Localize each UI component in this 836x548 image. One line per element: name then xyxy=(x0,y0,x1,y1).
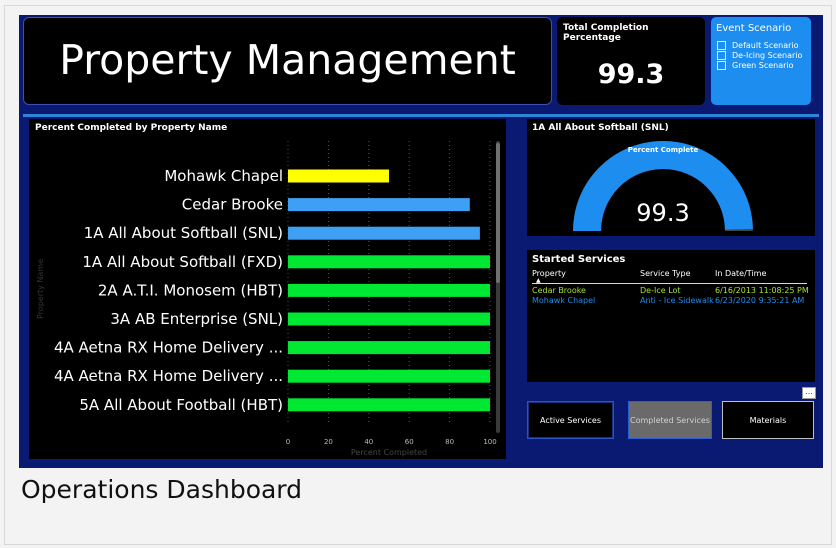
caption: Operations Dashboard xyxy=(21,475,303,504)
checkbox[interactable] xyxy=(717,40,726,50)
chart-scrollbar-thumb[interactable] xyxy=(496,143,500,283)
table-cell-property: Cedar Brooke xyxy=(532,286,586,295)
category-label: Mohawk Chapel xyxy=(164,167,283,185)
bar-chart-svg: 0 20 40 60 80 100 Mohawk Chapel Cedar Brooke 1A … xyxy=(36,141,500,457)
scenario-option-label: De-Icing Scenario xyxy=(732,50,803,60)
bar[interactable] xyxy=(288,312,490,326)
started-services-title: Started Services xyxy=(532,254,626,265)
category-label: Cedar Brooke xyxy=(182,196,283,214)
more-options-icon[interactable]: ... xyxy=(802,387,816,399)
gauge-card: 1A All About Softball (SNL) Percent Comp… xyxy=(527,119,815,236)
table-header: Property Service Type In Date/Time ▲ xyxy=(527,269,815,284)
title-card: Property Management xyxy=(23,17,552,105)
bar[interactable] xyxy=(288,255,490,269)
kpi-value: 99.3 xyxy=(597,59,665,90)
table-row[interactable]: Cedar Brooke De-Ice Lot 6/16/2013 11:08:25… xyxy=(527,286,815,296)
event-scenario-slicer: Event Scenario Default Scenario De-Icing… xyxy=(711,17,811,105)
table-cell-property: Mohawk Chapel xyxy=(532,296,596,305)
gauge-label: Percent Complete xyxy=(628,146,699,154)
bar[interactable] xyxy=(288,169,389,183)
category-label: 5A All About Football (HBT) xyxy=(79,396,283,414)
completed-services-button[interactable]: Completed Services xyxy=(628,401,712,439)
x-tick-label: 40 xyxy=(364,438,373,446)
category-label: 4A Aetna RX Home Delivery ... xyxy=(54,339,283,357)
kpi-card: Total Completion Percentage 99.3 xyxy=(557,17,705,105)
x-tick-label: 0 xyxy=(286,438,290,446)
category-label: 4A Aetna RX Home Delivery ... xyxy=(54,367,283,385)
scenario-option-label: Default Scenario xyxy=(732,40,799,50)
divider xyxy=(23,114,819,117)
scenario-option-green[interactable]: Green Scenario xyxy=(717,60,794,70)
table-cell-service: De-Ice Lot xyxy=(640,286,681,295)
bar[interactable] xyxy=(288,369,490,383)
gauge-value: 99.3 xyxy=(636,199,689,227)
kpi-label: Total Completion Percentage xyxy=(563,23,649,43)
x-tick-label: 60 xyxy=(405,438,414,446)
header-divider xyxy=(532,283,807,284)
column-header-service-type[interactable]: Service Type xyxy=(640,269,690,278)
bar[interactable] xyxy=(288,283,490,297)
page-title: Property Management xyxy=(59,36,516,84)
category-label: 1A All About Softball (SNL) xyxy=(84,224,283,242)
x-axis-label: Percent Completed xyxy=(351,448,427,457)
dashboard-canvas: Property Management Total Completion Per… xyxy=(19,15,823,468)
percent-completed-chart: Percent Completed by Property Name 0 20 40… xyxy=(29,119,506,459)
category-label: 1A All About Softball (FXD) xyxy=(82,253,283,271)
y-axis-label: Property Name xyxy=(36,259,45,319)
bar[interactable] xyxy=(288,341,490,355)
bar[interactable] xyxy=(288,226,480,240)
x-tick-label: 100 xyxy=(483,438,496,446)
x-tick-label: 80 xyxy=(445,438,454,446)
table-cell-datetime: 6/16/2013 11:08:25 PM xyxy=(715,286,809,295)
scenario-option-label: Green Scenario xyxy=(732,60,794,70)
event-scenario-label: Event Scenario xyxy=(716,23,792,34)
active-services-button[interactable]: Active Services xyxy=(527,401,614,439)
category-label: 3A AB Enterprise (SNL) xyxy=(110,310,283,328)
table-row[interactable]: Mohawk Chapel Anti - Ice Sidewalk 6/23/202… xyxy=(527,296,815,306)
column-header-datetime[interactable]: In Date/Time xyxy=(715,269,766,278)
materials-button[interactable]: Materials xyxy=(722,401,814,439)
table-cell-service: Anti - Ice Sidewalk xyxy=(640,296,714,305)
started-services-table: Started Services Property Service Type I… xyxy=(527,250,815,382)
x-tick-label: 20 xyxy=(324,438,333,446)
checkbox[interactable] xyxy=(717,60,726,70)
scenario-option-default[interactable]: Default Scenario xyxy=(717,40,799,50)
checkbox[interactable] xyxy=(717,50,726,60)
bar[interactable] xyxy=(288,198,470,212)
category-label: 2A A.T.I. Monosem (HBT) xyxy=(98,281,283,299)
gauge-svg: Percent Complete 99.3 xyxy=(573,140,753,231)
bar[interactable] xyxy=(288,398,490,412)
scenario-option-de-icing[interactable]: De-Icing Scenario xyxy=(717,50,802,60)
table-cell-datetime: 6/23/2020 9:35:21 AM xyxy=(715,296,805,305)
